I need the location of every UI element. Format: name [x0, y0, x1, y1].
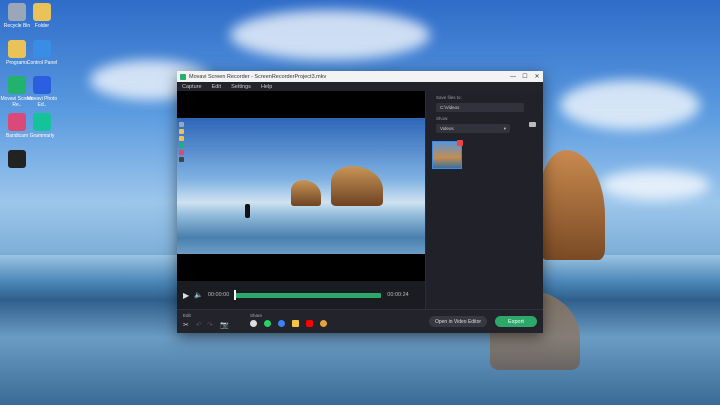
cloud-upload-icon[interactable] — [250, 320, 257, 327]
movavi-screen-icon — [8, 76, 26, 94]
whatsapp-icon[interactable] — [264, 320, 271, 327]
current-time: 00:00:00 — [207, 292, 230, 298]
undo-icon[interactable]: ↶ — [196, 321, 202, 329]
cloud — [230, 10, 430, 60]
bottom-bar: Edit ✂ ↶ ↷ 📷 Share Open in Video Editor … — [177, 309, 543, 333]
show-value: Videos — [440, 126, 454, 131]
app-window: Movavi Screen Recorder - ScreenRecorderP… — [177, 71, 543, 333]
desktop-icon-label: Folder — [34, 23, 50, 29]
recycle-bin-icon — [8, 3, 26, 21]
menu-edit[interactable]: Edit — [212, 84, 221, 90]
menu-bar: Capture Edit Settings Help — [177, 82, 543, 91]
power-icon — [8, 150, 26, 168]
folder-icon — [8, 40, 26, 58]
bandicam-icon — [8, 113, 26, 131]
grammarly-icon — [33, 113, 51, 131]
google-drive-icon[interactable] — [292, 320, 299, 327]
side-panel: Save files to: C:\Videos Show: Videos ▾ — [425, 91, 543, 311]
window-title: Movavi Screen Recorder - ScreenRecorderP… — [189, 73, 327, 80]
desktop-rock — [540, 150, 605, 260]
menu-capture[interactable]: Capture — [182, 84, 202, 90]
desktop-icon-label: Movavi Photo Ed.. — [26, 96, 58, 108]
play-icon[interactable]: ▶ — [183, 291, 189, 300]
timeline-handle[interactable] — [234, 289, 237, 300]
chrome-icon[interactable] — [320, 320, 327, 327]
app-icon — [180, 73, 186, 80]
edit-group-label: Edit — [183, 313, 191, 318]
close-button[interactable]: ✕ — [531, 73, 543, 80]
video-frame — [177, 118, 425, 254]
scissors-icon[interactable]: ✂ — [183, 321, 189, 329]
youtube-icon[interactable] — [306, 320, 313, 327]
recording-thumbnail[interactable] — [432, 140, 463, 169]
timeline-track[interactable] — [234, 289, 382, 300]
minimize-button[interactable]: — — [507, 74, 519, 80]
desktop-icon-power-icon[interactable] — [0, 150, 34, 170]
desktop-icon-movavi-photo-icon[interactable]: Movavi Photo Ed.. — [25, 76, 59, 108]
redo-icon[interactable]: ↷ — [207, 321, 213, 329]
frame-rock — [291, 180, 321, 206]
desktop-icon-label: Grammarly — [29, 133, 55, 139]
runner-figure — [245, 204, 250, 218]
share-group-label: Share — [250, 313, 263, 318]
show-label: Show: — [436, 116, 449, 121]
movavi-photo-icon — [33, 76, 51, 94]
control-panel-icon — [33, 40, 51, 58]
title-bar[interactable]: Movavi Screen Recorder - ScreenRecorderP… — [177, 71, 543, 82]
browse-folder-icon[interactable] — [529, 122, 536, 127]
save-path-field[interactable]: C:\Videos — [436, 103, 524, 112]
menu-settings[interactable]: Settings — [231, 84, 251, 90]
chevron-down-icon: ▾ — [503, 125, 506, 131]
video-preview[interactable] — [177, 91, 425, 281]
volume-icon[interactable]: 🔈 — [194, 291, 203, 299]
delete-badge-icon[interactable] — [457, 140, 463, 146]
menu-help[interactable]: Help — [261, 84, 272, 90]
desktop-icon-control-panel-icon[interactable]: Control Panel — [25, 40, 59, 66]
desktop-icon-folder-icon[interactable]: Folder — [25, 3, 59, 29]
end-time: 00:00:24 — [387, 292, 409, 298]
telegram-icon[interactable] — [278, 320, 285, 327]
cloud — [600, 170, 710, 200]
save-path-value: C:\Videos — [440, 105, 460, 110]
folder-icon — [33, 3, 51, 21]
camera-icon[interactable]: 📷 — [220, 321, 229, 329]
recorded-desktop-icons — [179, 120, 193, 164]
playback-controls: ▶ 🔈 00:00:00 00:00:24 — [177, 281, 425, 309]
save-files-label: Save files to: — [436, 95, 462, 100]
open-in-video-editor-button[interactable]: Open in Video Editor — [429, 316, 487, 327]
desktop-icon-label: Control Panel — [26, 60, 58, 66]
desktop-icon-grammarly-icon[interactable]: Grammarly — [25, 113, 59, 139]
show-dropdown[interactable]: Videos ▾ — [436, 124, 510, 133]
frame-rock — [331, 166, 383, 206]
cloud — [560, 80, 700, 130]
maximize-button[interactable]: ☐ — [519, 73, 531, 80]
export-button[interactable]: Export — [495, 316, 537, 327]
